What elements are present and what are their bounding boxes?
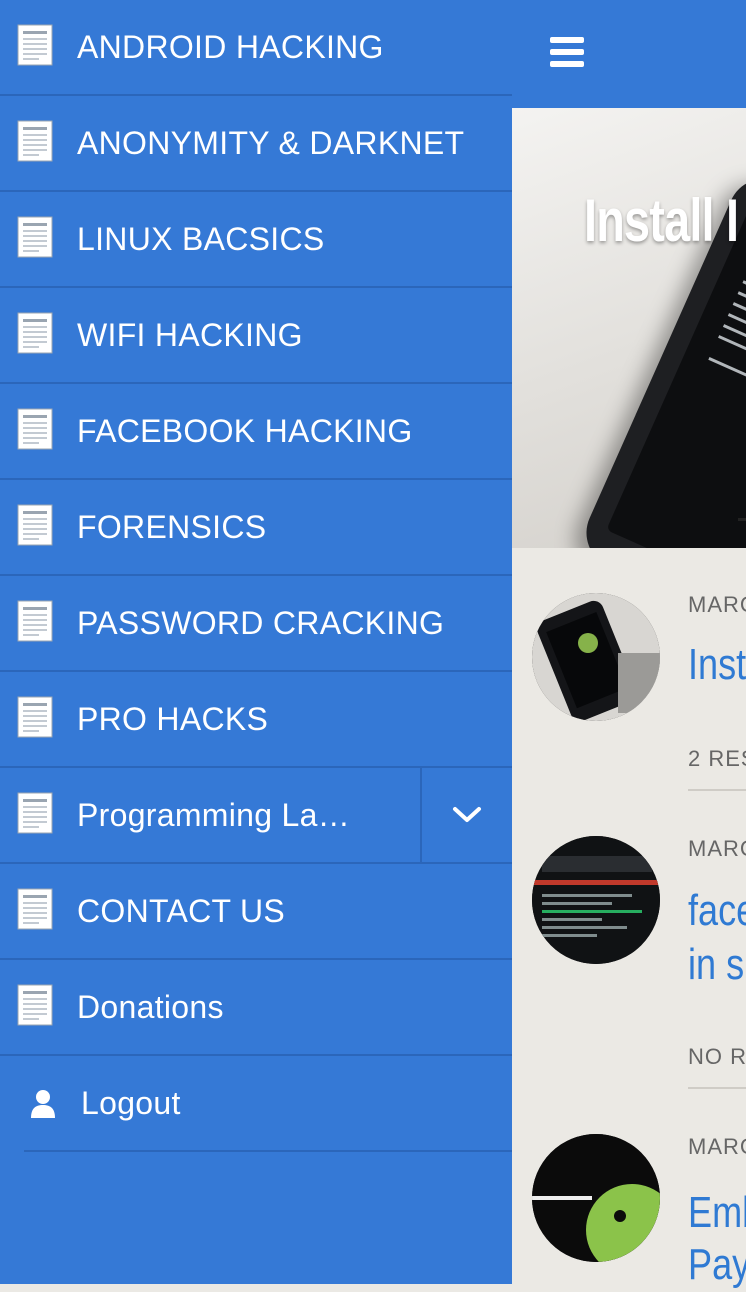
featured-post-banner[interactable]: Install I xyxy=(512,108,746,548)
post-title-line-2[interactable]: in sh xyxy=(688,938,746,992)
menu-item-label: FORENSICS xyxy=(77,509,267,545)
menu-item-facebook-hacking[interactable]: FACEBOOK HACKING xyxy=(0,384,512,480)
post-title-line-1[interactable]: face xyxy=(688,884,746,938)
menu-item-label: PRO HACKS xyxy=(77,701,269,737)
user-icon xyxy=(31,1090,55,1118)
menu-item-label: Logout xyxy=(81,1085,181,1121)
menu-item-label: FACEBOOK HACKING xyxy=(77,413,413,449)
post-thumbnail[interactable] xyxy=(532,1134,660,1262)
document-icon xyxy=(17,600,53,642)
document-icon xyxy=(17,312,53,354)
expand-submenu-button[interactable] xyxy=(420,768,512,862)
navigation-drawer: ANDROID HACKING ANONYMITY & DARKNET LINU… xyxy=(0,0,512,1284)
document-icon xyxy=(17,984,53,1026)
document-icon xyxy=(17,888,53,930)
post-divider xyxy=(688,789,746,791)
menu-item-label: Donations xyxy=(77,989,224,1025)
menu-item-wifi-hacking[interactable]: WIFI HACKING xyxy=(0,288,512,384)
menu-item-programming-languages[interactable]: Programming Languages xyxy=(0,768,512,864)
post-title[interactable]: Insta xyxy=(688,638,746,692)
slider-indicator xyxy=(738,518,746,521)
menu-item-logout[interactable]: Logout xyxy=(24,1056,512,1152)
chevron-down-icon xyxy=(453,807,481,822)
document-icon xyxy=(17,504,53,546)
top-app-bar xyxy=(512,0,746,108)
menu-item-anonymity-darknet[interactable]: ANONYMITY & DARKNET xyxy=(0,96,512,192)
menu-item-pro-hacks[interactable]: PRO HACKS xyxy=(0,672,512,768)
post-date: MARC xyxy=(688,1134,746,1159)
post-title-line-1[interactable]: Emb xyxy=(688,1186,746,1240)
document-icon xyxy=(17,792,53,834)
menu-item-android-hacking[interactable]: ANDROID HACKING xyxy=(0,0,512,96)
document-icon xyxy=(17,696,53,738)
menu-item-label: Programming Languages xyxy=(77,797,357,833)
hamburger-icon[interactable] xyxy=(550,37,584,67)
post-date: MARC xyxy=(688,592,746,617)
document-icon xyxy=(17,120,53,162)
post-thumbnail[interactable] xyxy=(532,836,660,964)
menu-item-label: CONTACT US xyxy=(77,893,286,929)
menu-item-label: PASSWORD CRACKING xyxy=(77,605,445,641)
menu-item-contact-us[interactable]: CONTACT US xyxy=(0,864,512,960)
menu-item-label: ANONYMITY & DARKNET xyxy=(77,125,465,161)
menu-item-donations[interactable]: Donations xyxy=(0,960,512,1056)
post-responses[interactable]: NO RI xyxy=(688,1044,746,1070)
menu-item-label: LINUX BACSICS xyxy=(77,221,325,257)
post-date: MARC xyxy=(688,836,746,861)
post-thumbnail[interactable] xyxy=(532,593,660,721)
post-responses[interactable]: 2 RES xyxy=(688,746,746,772)
menu-item-label: WIFI HACKING xyxy=(77,317,303,353)
post-divider xyxy=(688,1087,746,1089)
document-icon xyxy=(17,216,53,258)
menu-item-password-cracking[interactable]: PASSWORD CRACKING xyxy=(0,576,512,672)
menu-item-forensics[interactable]: FORENSICS xyxy=(0,480,512,576)
menu-item-linux-basics[interactable]: LINUX BACSICS xyxy=(0,192,512,288)
document-icon xyxy=(17,408,53,450)
menu-item-label: ANDROID HACKING xyxy=(77,29,384,65)
document-icon xyxy=(17,24,53,66)
featured-post-title[interactable]: Install I xyxy=(584,186,739,255)
